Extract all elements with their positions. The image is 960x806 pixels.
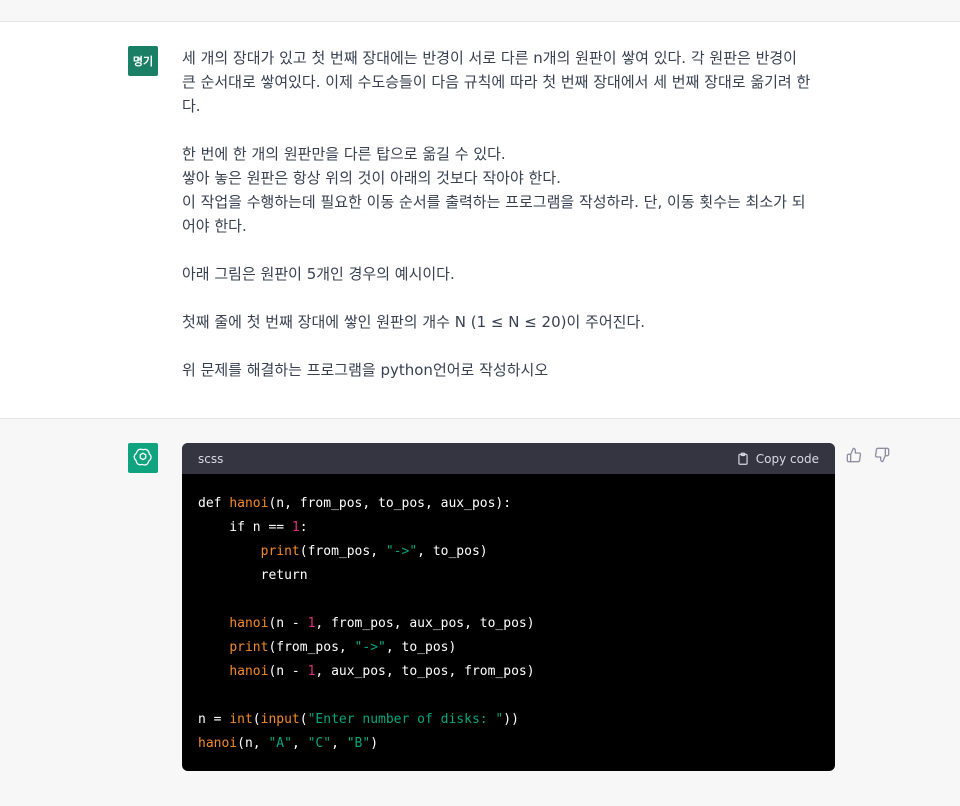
user-message: 세 개의 장대가 있고 첫 번째 장대에는 반경이 서로 다른 n개의 원판이 … bbox=[182, 46, 837, 382]
code-block: scss Copy code def hanoi(n, from_pos, to… bbox=[182, 443, 835, 771]
clipboard-icon bbox=[738, 452, 748, 465]
message-line: 세 개의 장대가 있고 첫 번째 장대에는 반경이 서로 다른 n개의 원판이 … bbox=[182, 49, 797, 67]
copy-code-label: Copy code bbox=[755, 451, 819, 466]
code-line: if n == 1: bbox=[198, 520, 308, 535]
code-line: ​ bbox=[198, 684, 819, 708]
code-line: print(from_pos, "->", to_pos) bbox=[260, 544, 488, 559]
message-line: 이 작업을 수행하는데 필요한 이동 순서를 출력하는 프로그램을 작성하라. … bbox=[182, 193, 806, 211]
message-paragraph: 위 문제를 해결하는 프로그램을 python언어로 작성하시오 bbox=[182, 358, 837, 382]
top-bar bbox=[0, 0, 960, 22]
code-line: hanoi(n - 1, aux_pos, to_pos, from_pos) bbox=[229, 664, 535, 679]
code-line: def hanoi(n, from_pos, to_pos, aux_pos): bbox=[198, 496, 512, 511]
message-line: 어야 한다. bbox=[182, 217, 247, 235]
code-line: hanoi(n - 1, from_pos, aux_pos, to_pos) bbox=[229, 616, 535, 631]
message-line: 큰 순서대로 쌓여있다. 이제 수도승들이 다음 규칙에 따라 첫 번째 장대에… bbox=[182, 73, 811, 91]
message-line: 다. bbox=[182, 97, 201, 115]
message-paragraph: 첫째 줄에 첫 번째 장대에 쌓인 원판의 개수 N (1 ≤ N ≤ 20)이… bbox=[182, 310, 837, 334]
message-line: 위 문제를 해결하는 프로그램을 python언어로 작성하시오 bbox=[182, 361, 549, 379]
code-language-label: scss bbox=[198, 451, 224, 466]
message-line: 아래 그림은 원판이 5개인 경우의 예시이다. bbox=[182, 265, 455, 283]
message-line: 첫째 줄에 첫 번째 장대에 쌓인 원판의 개수 N (1 ≤ N ≤ 20)이… bbox=[182, 313, 646, 331]
code-line: ​ bbox=[198, 588, 819, 612]
thumbs-up-icon[interactable] bbox=[846, 447, 862, 463]
code-line: return bbox=[198, 568, 308, 583]
message-line: 한 번에 한 개의 원판만을 다른 탑으로 옮길 수 있다. bbox=[182, 145, 506, 163]
thumbs-down-icon[interactable] bbox=[874, 447, 890, 463]
openai-logo-icon bbox=[128, 443, 158, 473]
message-paragraph: 한 번에 한 개의 원판만을 다른 탑으로 옮길 수 있다. 쌓아 놓은 원판은 … bbox=[182, 142, 837, 238]
message-line: 쌓아 놓은 원판은 항상 위의 것이 아래의 것보다 작아야 한다. bbox=[182, 169, 561, 187]
code-line: print(from_pos, "->", to_pos) bbox=[229, 640, 457, 655]
code-line: n = int(input("Enter number of disks: ")… bbox=[198, 712, 519, 727]
code-content: def hanoi(n, from_pos, to_pos, aux_pos):… bbox=[182, 474, 835, 756]
code-header: scss Copy code bbox=[182, 443, 835, 474]
code-line: hanoi(n, "A", "C", "B") bbox=[198, 736, 379, 751]
user-avatar: 명기 bbox=[128, 46, 158, 76]
copy-code-button[interactable]: Copy code bbox=[736, 452, 819, 466]
feedback-buttons bbox=[846, 447, 890, 463]
message-paragraph: 세 개의 장대가 있고 첫 번째 장대에는 반경이 서로 다른 n개의 원판이 … bbox=[182, 46, 837, 118]
message-paragraph: 아래 그림은 원판이 5개인 경우의 예시이다. bbox=[182, 262, 837, 286]
